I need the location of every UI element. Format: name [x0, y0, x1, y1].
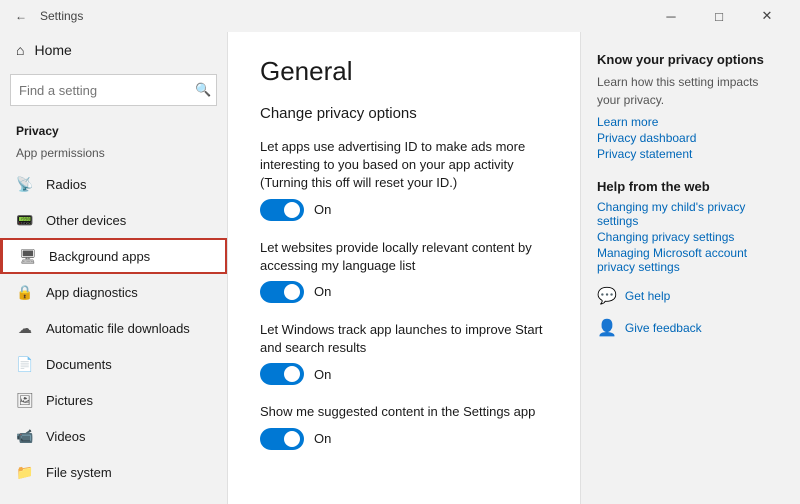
main-panel: General Change privacy options Let apps …: [228, 32, 580, 504]
title-bar: ← Settings ─ □ ✕: [0, 0, 800, 32]
sidebar-section-privacy: Privacy: [0, 116, 227, 142]
toggle-label-language-list: On: [314, 284, 331, 299]
sidebar-item-pictures[interactable]: 🖼 Pictures: [0, 382, 227, 418]
setting-app-launches: Let Windows track app launches to improv…: [260, 321, 548, 385]
sidebar-label-radios: Radios: [46, 177, 86, 192]
setting-language-list: Let websites provide locally relevant co…: [260, 239, 548, 303]
section-title: Change privacy options: [260, 105, 548, 122]
childs-privacy-link[interactable]: Changing my child's privacy settings: [597, 200, 784, 228]
give-feedback-row[interactable]: 👤 Give feedback: [597, 318, 784, 338]
toggle-track-app-launches[interactable]: [260, 363, 304, 385]
toggle-app-launches[interactable]: [260, 363, 304, 385]
setting-desc-language-list: Let websites provide locally relevant co…: [260, 239, 548, 275]
sidebar-subsection-app-permissions: App permissions: [0, 142, 227, 166]
sidebar-item-documents[interactable]: 📄 Documents: [0, 346, 227, 382]
privacy-dashboard-link[interactable]: Privacy dashboard: [597, 131, 784, 145]
home-label: Home: [34, 42, 71, 58]
sidebar-item-other-devices[interactable]: 📟 Other devices: [0, 202, 227, 238]
sidebar-item-videos[interactable]: 📹 Videos: [0, 418, 227, 454]
sidebar-item-automatic-file-downloads[interactable]: ☁ Automatic file downloads: [0, 310, 227, 346]
app-body: ⌂ Home 🔍 Privacy App permissions 📡 Radio…: [0, 32, 800, 504]
toggle-track-advertising-id[interactable]: [260, 199, 304, 221]
sidebar-home-item[interactable]: ⌂ Home: [0, 32, 227, 68]
sidebar-label-file-system: File system: [46, 465, 112, 480]
setting-desc-advertising-id: Let apps use advertising ID to make ads …: [260, 138, 548, 193]
give-feedback-icon: 👤: [597, 318, 617, 338]
give-feedback-link[interactable]: Give feedback: [625, 321, 702, 335]
get-help-link[interactable]: Get help: [625, 289, 670, 303]
sidebar-label-other-devices: Other devices: [46, 213, 126, 228]
toggle-thumb-suggested-content: [284, 431, 300, 447]
toggle-thumb-advertising-id: [284, 202, 300, 218]
window-title: Settings: [40, 9, 83, 23]
know-privacy-text: Learn how this setting impacts your priv…: [597, 73, 784, 109]
toggle-track-suggested-content[interactable]: [260, 428, 304, 450]
sidebar-label-auto-download: Automatic file downloads: [46, 321, 190, 336]
radios-icon: 📡: [16, 175, 34, 193]
help-from-web-title: Help from the web: [597, 179, 784, 194]
page-title: General: [260, 56, 548, 87]
app-diagnostics-icon: 🔒: [16, 283, 34, 301]
toggle-language-list[interactable]: [260, 281, 304, 303]
sidebar-label-background-apps: Background apps: [49, 249, 150, 264]
sidebar-label-app-diagnostics: App diagnostics: [46, 285, 138, 300]
toggle-label-app-launches: On: [314, 367, 331, 382]
setting-desc-app-launches: Let Windows track app launches to improv…: [260, 321, 548, 357]
sidebar-label-pictures: Pictures: [46, 393, 93, 408]
toggle-row-advertising-id: On: [260, 199, 548, 221]
learn-more-link[interactable]: Learn more: [597, 115, 784, 129]
setting-advertising-id: Let apps use advertising ID to make ads …: [260, 138, 548, 221]
search-box[interactable]: 🔍: [10, 74, 217, 106]
sidebar-label-documents: Documents: [46, 357, 112, 372]
right-panel: Know your privacy options Learn how this…: [580, 32, 800, 504]
sidebar-label-videos: Videos: [46, 429, 86, 444]
toggle-suggested-content[interactable]: [260, 428, 304, 450]
auto-download-icon: ☁: [16, 319, 34, 337]
toggle-row-language-list: On: [260, 281, 548, 303]
setting-desc-suggested-content: Show me suggested content in the Setting…: [260, 403, 548, 421]
pictures-icon: 🖼: [16, 391, 34, 409]
know-privacy-title: Know your privacy options: [597, 52, 784, 67]
sidebar: ⌂ Home 🔍 Privacy App permissions 📡 Radio…: [0, 32, 228, 504]
file-system-icon: 📁: [16, 463, 34, 481]
toggle-label-advertising-id: On: [314, 202, 331, 217]
sidebar-item-file-system[interactable]: 📁 File system: [0, 454, 227, 490]
ms-account-privacy-link[interactable]: Managing Microsoft account privacy setti…: [597, 246, 784, 274]
background-apps-icon: 🖥: [19, 247, 37, 265]
get-help-icon: 💬: [597, 286, 617, 306]
sidebar-item-radios[interactable]: 📡 Radios: [0, 166, 227, 202]
toggle-track-language-list[interactable]: [260, 281, 304, 303]
other-devices-icon: 📟: [16, 211, 34, 229]
documents-icon: 📄: [16, 355, 34, 373]
sidebar-item-background-apps[interactable]: 🖥 Background apps: [0, 238, 227, 274]
changing-privacy-link[interactable]: Changing privacy settings: [597, 230, 784, 244]
search-input[interactable]: [19, 83, 195, 98]
videos-icon: 📹: [16, 427, 34, 445]
toggle-thumb-app-launches: [284, 366, 300, 382]
sidebar-item-app-diagnostics[interactable]: 🔒 App diagnostics: [0, 274, 227, 310]
privacy-statement-link[interactable]: Privacy statement: [597, 147, 784, 161]
home-icon: ⌂: [16, 42, 24, 58]
toggle-row-suggested-content: On: [260, 428, 548, 450]
title-bar-left: ← Settings: [10, 7, 83, 25]
maximize-button[interactable]: □: [696, 4, 742, 28]
setting-suggested-content: Show me suggested content in the Setting…: [260, 403, 548, 449]
get-help-row[interactable]: 💬 Get help: [597, 286, 784, 306]
toggle-row-app-launches: On: [260, 363, 548, 385]
toggle-thumb-language-list: [284, 284, 300, 300]
toggle-advertising-id[interactable]: [260, 199, 304, 221]
back-button[interactable]: ←: [10, 7, 32, 25]
close-button[interactable]: ✕: [744, 4, 790, 28]
window-controls: ─ □ ✕: [648, 4, 790, 28]
toggle-label-suggested-content: On: [314, 431, 331, 446]
minimize-button[interactable]: ─: [648, 4, 694, 28]
search-icon: 🔍: [195, 82, 211, 98]
